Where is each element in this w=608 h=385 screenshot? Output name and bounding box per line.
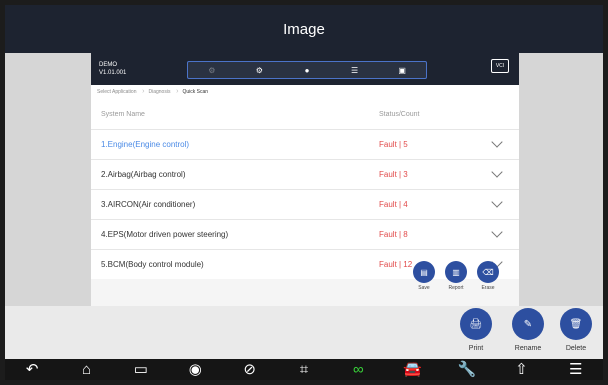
right-margin: [519, 53, 603, 306]
home-icon[interactable]: ⌂: [73, 362, 101, 377]
chevron-down-icon[interactable]: [491, 196, 503, 208]
document-icon[interactable]: ☰: [562, 362, 590, 377]
system-name: 3.AIRCON(Air conditioner): [101, 200, 196, 209]
tool-settings-icon[interactable]: ⚙: [207, 65, 217, 75]
small-action-buttons: ▤ Save ▥ Report ⌫ Erase: [413, 261, 499, 291]
save-icon: ▤: [413, 261, 435, 283]
save-button[interactable]: ▤ Save: [413, 261, 435, 291]
fault-status: Fault | 8: [379, 230, 408, 239]
car-icon[interactable]: 🚘: [399, 362, 427, 377]
system-name: 1.Engine(Engine control): [101, 140, 190, 149]
tool-folder-icon[interactable]: ▣: [397, 65, 407, 75]
table-row[interactable]: 3.AIRCON(Air conditioner) Fault | 4: [91, 189, 519, 219]
report-icon: ▥: [445, 261, 467, 283]
vehicle-name: DEMO: [99, 62, 117, 68]
back-icon[interactable]: ↶: [18, 362, 46, 377]
erase-button[interactable]: ⌫ Erase: [477, 261, 499, 291]
taskbar: ↶ ⌂ ▭ ◉ ⊘ ⌗ ∞ 🚘 🔧 ⇧ ☰: [5, 359, 603, 380]
breadcrumb-diagnosis[interactable]: Diagnosis: [142, 88, 178, 95]
window-title-text: Image: [283, 20, 325, 38]
chevron-down-icon[interactable]: [491, 166, 503, 178]
fault-status: Fault | 4: [379, 200, 408, 209]
delete-button[interactable]: 🗑 Delete: [553, 308, 599, 352]
link-icon[interactable]: ∞: [344, 362, 372, 377]
delete-icon: 🗑: [560, 308, 592, 340]
window-title: Image: [5, 5, 603, 53]
left-margin: [5, 53, 91, 306]
column-system-name: System Name: [101, 111, 145, 118]
app-frame: Image DEMO V1.01.001 ⚙ ⚙ ● ☰ ▣ VCI Selec…: [5, 5, 603, 380]
camera-icon[interactable]: ◉: [181, 362, 209, 377]
print-button[interactable]: 🖨 Print: [453, 308, 499, 352]
table-row[interactable]: 1.Engine(Engine control) Fault | 5: [91, 129, 519, 159]
chevron-down-icon[interactable]: [491, 136, 503, 148]
recent-apps-icon[interactable]: ▭: [127, 362, 155, 377]
breadcrumb: Select Application Diagnosis Quick Scan: [91, 85, 519, 99]
erase-icon: ⌫: [477, 261, 499, 283]
panel-header: DEMO V1.01.001 ⚙ ⚙ ● ☰ ▣ VCI: [91, 53, 519, 85]
wrench-icon[interactable]: 🔧: [453, 362, 481, 377]
column-status-count: Status/Count: [379, 111, 420, 118]
vehicle-info: DEMO V1.01.001: [99, 61, 126, 77]
rename-icon: ✎: [512, 308, 544, 340]
system-name: 5.BCM(Body control module): [101, 260, 204, 269]
browser-icon[interactable]: ⊘: [236, 362, 264, 377]
breadcrumb-quick-scan: Quick Scan: [182, 89, 209, 95]
table-row[interactable]: 4.EPS(Motor driven power steering) Fault…: [91, 219, 519, 249]
system-name: 2.Airbag(Airbag control): [101, 170, 186, 179]
crop-icon[interactable]: ⌗: [290, 362, 318, 377]
fault-status: Fault | 3: [379, 170, 408, 179]
vehicle-version: V1.01.001: [99, 70, 127, 76]
tool-menu-icon[interactable]: ☰: [350, 65, 360, 75]
table-row[interactable]: 2.Airbag(Airbag control) Fault | 3: [91, 159, 519, 189]
breadcrumb-select-app[interactable]: Select Application: [91, 88, 145, 95]
system-name: 4.EPS(Motor driven power steering): [101, 230, 229, 239]
chevron-down-icon[interactable]: [491, 226, 503, 238]
rename-button[interactable]: ✎ Rename: [505, 308, 551, 352]
bottom-action-bar: 🖨 Print ✎ Rename 🗑 Delete: [5, 306, 603, 359]
vci-icon[interactable]: VCI: [491, 59, 509, 73]
print-icon: 🖨: [460, 308, 492, 340]
up-arrow-icon[interactable]: ⇧: [507, 362, 535, 377]
tool-gear-icon[interactable]: ⚙: [254, 65, 264, 75]
table-header: System Name Status/Count: [91, 99, 519, 129]
report-button[interactable]: ▥ Report: [445, 261, 467, 291]
toolbar-tabs: ⚙ ⚙ ● ☰ ▣: [187, 61, 427, 79]
tool-active-dot-icon[interactable]: ●: [302, 65, 312, 75]
fault-status: Fault | 5: [379, 140, 408, 149]
fault-status: Fault | 12: [379, 260, 413, 269]
